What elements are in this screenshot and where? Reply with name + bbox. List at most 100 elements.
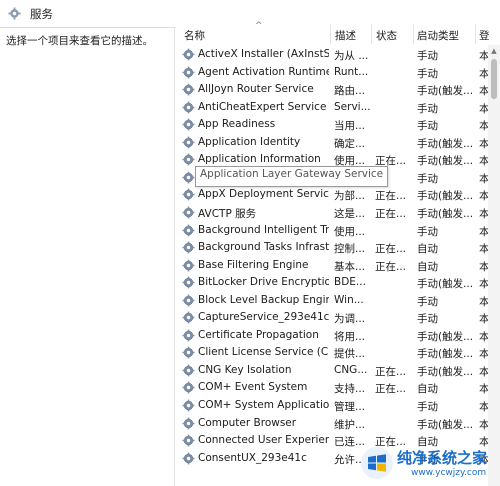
sort-ascending-icon: ^ [255,21,263,31]
service-description: 维护... [334,418,366,431]
service-description: 将用... [334,330,366,343]
column-logon-header[interactable]: 登 [479,28,490,43]
service-startup-type: 手动 [417,172,438,185]
service-gear-icon [182,346,195,359]
service-gear-icon [182,399,195,412]
service-row[interactable]: Block Level Backup Engine ...Win...手动本 [175,292,489,310]
service-name: App Readiness [198,118,276,131]
service-startup-type: 手动(触发... [417,418,474,431]
service-row[interactable]: Background Intelligent Tra...使用...手动本 [175,222,489,240]
service-gear-icon [182,241,195,254]
column-name-header[interactable]: 名称 [184,28,205,43]
scrollbar-thumb[interactable] [491,59,497,99]
tooltip: Application Layer Gateway Service [195,166,389,187]
service-status: 正在... [375,207,407,220]
service-name: Agent Activation Runtime_... [198,65,329,78]
service-row[interactable]: Certificate Propagation 将用... 手动(触发... 本 [175,327,489,345]
services-list[interactable]: ^ 名称 描述 状态 启动类型 登 ActiveX Installer (AxI… [175,20,500,486]
service-name: ConsentUX_293e41c [198,451,307,464]
service-name: AVCTP 服务 [198,207,257,220]
service-name: Application Identity [198,135,301,148]
service-name: Application Information [198,153,321,166]
service-name: CNG Key Isolation [198,363,292,376]
service-name: Connected User Experienc... [198,434,329,447]
service-row[interactable]: AllJoyn Router Service 路由... 手动(触发... 本 [175,81,489,99]
service-gear-icon [182,294,195,307]
column-divider[interactable] [371,24,372,44]
service-name: ActiveX Installer (AxInstSV) [198,48,329,60]
service-gear-icon [182,329,195,342]
service-name: COM+ System Application [198,399,329,411]
column-status-header[interactable]: 状态 [376,28,397,43]
service-startup-type: 自动 [417,260,438,273]
service-row[interactable]: Computer Browser 维护... 手动(触发... 本 [175,415,489,433]
description-pane: 选择一个项目来查看它的描述。 [0,28,175,486]
service-row[interactable]: Base Filtering Engine 基本... 正在... 自动本 [175,257,489,275]
service-description: 路由... [334,85,366,98]
service-name: AllJoyn Router Service [198,83,314,96]
service-description: 使用... [334,225,366,238]
service-gear-icon [182,364,195,377]
scroll-up-arrow-icon[interactable]: ▲ [488,45,500,57]
service-row[interactable]: Background Tasks Infrastru... 控制... 正在... 自… [175,239,489,257]
service-description: 支持... [334,383,366,396]
service-startup-type: 手动(触发... [417,207,474,220]
service-row[interactable]: AVCTP 服务 这是... 正在... 手动(触发... 本 [175,204,489,222]
column-divider[interactable] [475,24,476,44]
service-row[interactable]: AntiCheatExpert Service Servi... 手动本 [175,99,489,117]
service-startup-type: 手动 [417,295,438,308]
column-desc-header[interactable]: 描述 [335,28,356,43]
service-row[interactable]: CaptureService_293e41c 为调... 手动本 [175,309,489,327]
service-gear-icon [182,381,195,394]
service-row[interactable]: BitLocker Drive Encryption ... BDE... 手动(触… [175,274,489,292]
service-description: 控制... [334,243,366,256]
service-row[interactable]: Agent Activation Runtime_...Runt...手动本 [175,64,489,82]
service-name: Base Filtering Engine [198,258,309,271]
service-startup-type: 手动(触发... [417,137,474,150]
service-row[interactable]: Client License Service (Clip... 提供... 手动(触… [175,344,489,362]
service-description: BDE... [334,276,366,289]
service-startup-type: 手动 [417,225,438,238]
service-gear-icon [182,206,195,219]
service-description: Runt... [334,65,369,78]
service-status: 正在... [375,190,407,203]
service-description: 这是... [334,207,366,220]
service-row[interactable]: COM+ System Application 管理... 手动本 [175,397,489,415]
service-startup-type: 手动 [417,313,438,326]
service-description: Win... [334,293,364,306]
column-divider[interactable] [330,24,331,44]
service-name: Block Level Backup Engine ... [198,293,329,306]
service-name: Background Tasks Infrastru... [198,241,329,254]
service-row[interactable]: App Readiness 当用... 手动本 [175,116,489,134]
service-row[interactable]: COM+ Event System 支持... 正在... 自动本 [175,379,489,397]
service-status: 正在... [375,383,407,396]
column-header: ^ 名称 描述 状态 启动类型 登 [175,20,500,45]
service-row[interactable]: Application Identity 确定... 手动(触发... 本 [175,134,489,152]
service-description: 为调... [334,313,366,326]
service-description: 为部... [334,190,366,203]
service-gear-icon [182,188,195,201]
service-description: CNG... [334,363,368,376]
service-name: Client License Service (Clip... [198,346,329,359]
service-gear-icon [182,101,195,114]
watermark-url: www.ycwjzy.com [411,468,487,478]
service-gear-icon [182,224,195,237]
service-description: 基本... [334,260,366,273]
service-startup-type: 自动 [417,383,438,396]
description-text: 选择一个项目来查看它的描述。 [6,35,153,47]
watermark-brand: 纯净系统之家 [397,449,488,467]
service-name: AntiCheatExpert Service [198,100,327,113]
service-row[interactable]: AppX Deployment Service ... 为部... 正在... 手动(… [175,186,489,204]
column-divider[interactable] [413,24,414,44]
service-row[interactable]: ActiveX Installer (AxInstSV) 为从 ... 手动本 [175,46,489,64]
service-startup-type: 手动 [417,120,438,133]
service-startup-type: 手动(触发... [417,190,474,203]
service-startup-type: 手动 [417,67,438,80]
service-description: 当用... [334,120,366,133]
column-startup-header[interactable]: 启动类型 [417,28,459,43]
vertical-scrollbar[interactable]: ▲ [488,45,500,486]
windows-logo-icon [361,447,393,479]
service-status: 正在... [375,365,407,378]
service-row[interactable]: CNG Key Isolation CNG... 正在... 手动(触发... 本 [175,362,489,380]
service-gear-icon [182,417,195,430]
